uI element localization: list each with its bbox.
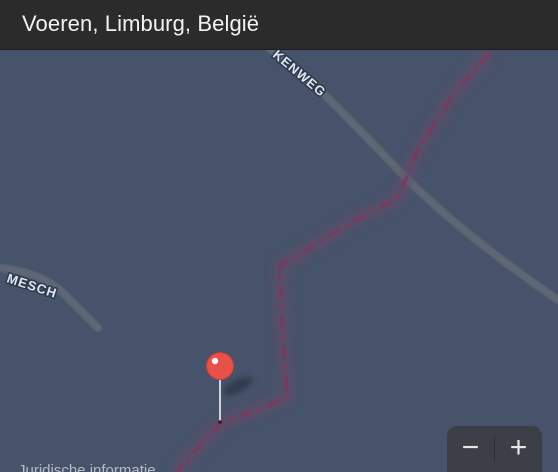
legal-attribution-link[interactable]: Juridische informatie	[18, 462, 156, 472]
map-layer[interactable]: KENWEG MESCH	[0, 0, 558, 472]
title-bar: Voeren, Limburg, België	[0, 0, 558, 50]
map-canvas[interactable]: KENWEG MESCH	[0, 0, 558, 472]
road-label-kenweg: KENWEG	[270, 47, 329, 100]
zoom-control: − +	[447, 426, 542, 472]
zoom-out-button[interactable]: −	[447, 426, 494, 472]
zoom-in-button[interactable]: +	[495, 426, 542, 472]
map-window: KENWEG MESCH Juridische informatie Voere…	[0, 0, 558, 472]
window-title: Voeren, Limburg, België	[22, 11, 260, 36]
